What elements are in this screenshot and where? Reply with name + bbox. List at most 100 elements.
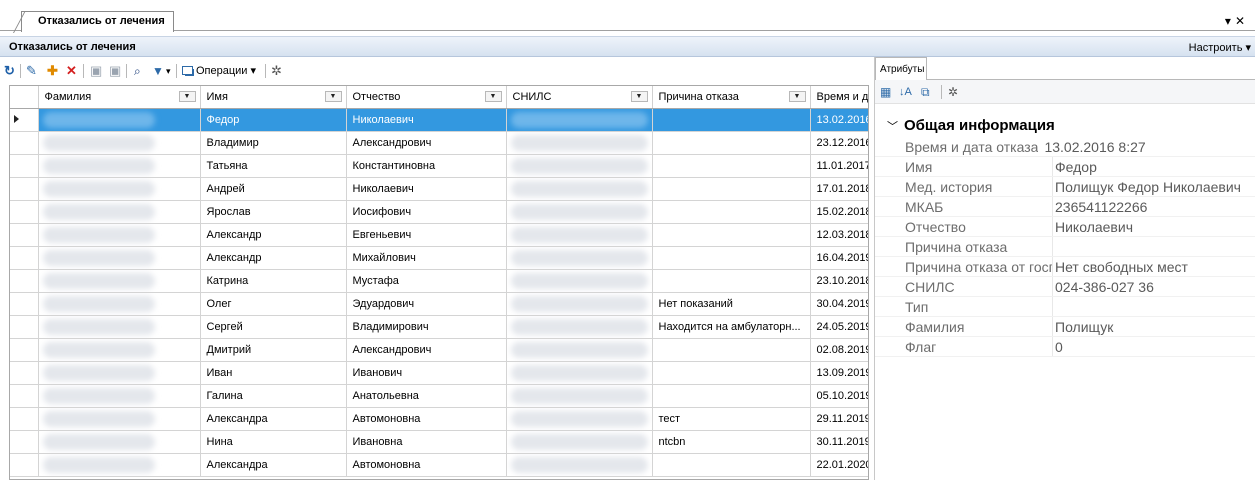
cell-snils[interactable] (506, 131, 653, 155)
cell-refusal-reason[interactable] (652, 246, 811, 270)
property-row[interactable]: Фамилия Полищук (875, 317, 1255, 337)
row-header[interactable] (10, 430, 39, 454)
property-value[interactable]: Полищук (1052, 317, 1255, 336)
table-row[interactable]: ФедорНиколаевич 13.02.2016 8 (10, 108, 868, 132)
cell-date-time[interactable]: 15.02.2018 1 (810, 200, 868, 224)
cell-date-time[interactable]: 30.11.2019 1 (810, 430, 868, 454)
table-row[interactable]: АлександрМихайлович 16.04.2019 1 (10, 246, 868, 270)
dropdown-arrow-icon[interactable]: ▾ (1225, 14, 1235, 28)
cell-snils[interactable] (506, 453, 653, 477)
cell-patronymic[interactable]: Николаевич (346, 108, 507, 132)
cell-patronymic[interactable]: Евгеньевич (346, 223, 507, 247)
operations-button[interactable]: Операции ▾ (182, 63, 256, 79)
cell-patronymic[interactable]: Эдуардович (346, 292, 507, 316)
configure-button[interactable]: Настроить ▾ (1189, 41, 1251, 54)
property-value[interactable]: Федор (1052, 157, 1255, 176)
table-row[interactable]: ОлегЭдуардович Нет показаний30.04.2019 1 (10, 292, 868, 316)
column-filter-dropdown-icon[interactable]: ▼ (178, 91, 196, 102)
table-row[interactable]: ГалинаАнатольевна 05.10.2019 1 (10, 384, 868, 408)
row-header[interactable] (10, 407, 39, 431)
cell-refusal-reason[interactable]: Нет показаний (652, 292, 811, 316)
cell-snils[interactable] (506, 384, 653, 408)
row-header[interactable] (10, 154, 39, 178)
cell-date-time[interactable]: 22.01.2020 1 (810, 453, 868, 477)
property-value[interactable]: 236541122266 (1052, 197, 1255, 216)
cell-patronymic[interactable]: Николаевич (346, 177, 507, 201)
cell-first-name[interactable]: Александра (200, 453, 347, 477)
settings-icon[interactable]: ✲ (948, 85, 958, 100)
edit-icon[interactable]: ✎ (26, 63, 37, 79)
cell-patronymic[interactable]: Михайлович (346, 246, 507, 270)
cell-first-name[interactable]: Иван (200, 361, 347, 385)
cell-patronymic[interactable]: Константиновна (346, 154, 507, 178)
row-header[interactable] (10, 108, 39, 132)
table-row[interactable]: НинаИвановна ntcbn30.11.2019 1 (10, 430, 868, 454)
tab-attributes[interactable]: Атрибуты (875, 57, 927, 80)
column-filter-dropdown-icon[interactable]: ▼ (788, 91, 806, 102)
filter-icon[interactable]: ▼ (152, 63, 164, 79)
sort-alphabetical-icon[interactable]: ↓A (899, 85, 912, 100)
cell-refusal-reason[interactable] (652, 200, 811, 224)
property-value[interactable]: Нет свободных мест (1052, 257, 1255, 276)
table-row[interactable]: Сергей Владимирович Находится на амбулатор… (10, 315, 868, 339)
column-header-date-time[interactable]: Время и дата (810, 86, 868, 109)
column-filter-dropdown-icon[interactable]: ▼ (484, 91, 502, 102)
cell-snils[interactable] (506, 292, 653, 316)
row-header[interactable] (10, 131, 39, 155)
property-row[interactable]: Мед. история Полищук Федор Николаевич (875, 177, 1255, 197)
cell-snils[interactable] (506, 246, 653, 270)
table-row[interactable]: ТатьянаКонстантиновна 11.01.2017 1 (10, 154, 868, 178)
cell-snils[interactable] (506, 315, 653, 339)
cell-first-name[interactable]: Нина (200, 430, 347, 454)
filter-dropdown-icon[interactable]: ▾ (166, 63, 171, 79)
cell-last-name[interactable] (38, 453, 201, 477)
cell-refusal-reason[interactable]: Находится на амбулаторн... (652, 315, 811, 339)
chevron-down-icon[interactable]: ﹀ (887, 116, 898, 138)
cell-patronymic[interactable]: Автомоновна (346, 453, 507, 477)
row-header[interactable] (10, 315, 39, 339)
column-filter-dropdown-icon[interactable]: ▼ (630, 91, 648, 102)
delete-icon[interactable]: ✕ (66, 63, 77, 79)
cell-refusal-reason[interactable] (652, 223, 811, 247)
cell-first-name[interactable]: Владимир (200, 131, 347, 155)
cell-patronymic[interactable]: Александрович (346, 131, 507, 155)
cell-last-name[interactable] (38, 223, 201, 247)
cell-first-name[interactable]: Сергей (200, 315, 347, 339)
column-header-refusal-reason[interactable]: Причина отказа ▼ (652, 86, 811, 109)
column-header-last-name[interactable]: Фамилия ▼ (38, 86, 201, 109)
cell-date-time[interactable]: 13.09.2019 1 (810, 361, 868, 385)
property-value[interactable]: Полищук Федор Николаевич (1052, 177, 1255, 196)
property-value[interactable] (1052, 237, 1255, 256)
cell-snils[interactable] (506, 108, 653, 132)
row-header[interactable] (10, 292, 39, 316)
table-row[interactable]: АлександраАвтомоновна 22.01.2020 1 (10, 453, 868, 477)
cell-snils[interactable] (506, 430, 653, 454)
refresh-icon[interactable]: ↻ (4, 63, 15, 79)
cell-first-name[interactable]: Федор (200, 108, 347, 132)
property-pages-icon[interactable]: ⧉ (921, 85, 930, 100)
cell-refusal-reason[interactable] (652, 361, 811, 385)
cell-snils[interactable] (506, 154, 653, 178)
cell-last-name[interactable] (38, 108, 201, 132)
cell-patronymic[interactable]: Ивановна (346, 430, 507, 454)
cell-date-time[interactable]: 02.08.2019 1 (810, 338, 868, 362)
cell-refusal-reason[interactable] (652, 108, 811, 132)
cell-refusal-reason[interactable] (652, 131, 811, 155)
cell-patronymic[interactable]: Автомоновна (346, 407, 507, 431)
cell-first-name[interactable]: Александр (200, 223, 347, 247)
cell-refusal-reason[interactable] (652, 453, 811, 477)
cell-refusal-reason[interactable]: ntcbn (652, 430, 811, 454)
row-header[interactable] (10, 361, 39, 385)
cell-date-time[interactable]: 24.05.2019 1 (810, 315, 868, 339)
save-all-icon[interactable]: ▣ (109, 63, 121, 79)
table-row[interactable]: АндрейНиколаевич 17.01.2018 1 (10, 177, 868, 201)
property-row[interactable]: Причина отказа от госпитализацииНет своб… (875, 257, 1255, 277)
cell-snils[interactable] (506, 223, 653, 247)
cell-last-name[interactable] (38, 246, 201, 270)
row-header[interactable] (10, 453, 39, 477)
find-icon[interactable]: ⌕ (134, 63, 141, 79)
row-header[interactable] (10, 384, 39, 408)
cell-last-name[interactable] (38, 384, 201, 408)
cell-last-name[interactable] (38, 269, 201, 293)
add-icon[interactable]: ✚ (47, 63, 58, 79)
